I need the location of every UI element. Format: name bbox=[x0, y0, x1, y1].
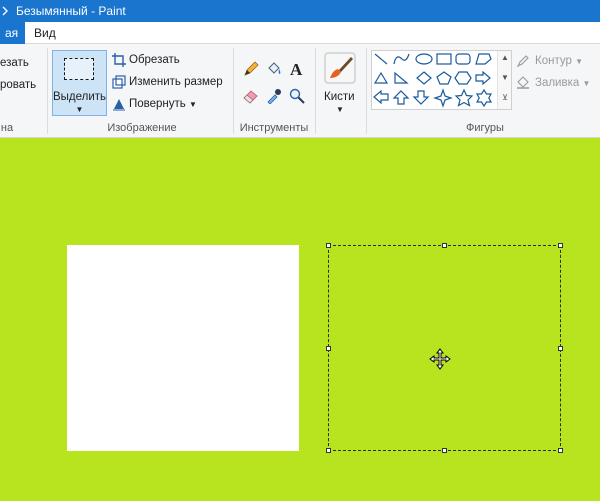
shapes-grid bbox=[373, 53, 493, 108]
up-arrow-shape-icon bbox=[392, 90, 410, 105]
left-arrow-shape-icon bbox=[373, 89, 389, 105]
scroll-down-icon[interactable]: ▼ bbox=[498, 73, 512, 82]
clipboard-group-label: на bbox=[0, 122, 14, 134]
expand-gallery-icon[interactable]: ⊻ bbox=[498, 93, 512, 102]
chevron-down-icon: ▼ bbox=[189, 100, 197, 109]
rounded-rectangle-shape-icon bbox=[455, 53, 471, 65]
diamond-shape-icon bbox=[416, 71, 432, 85]
select-button[interactable]: Выделить ▼ bbox=[52, 50, 107, 116]
shapes-scroll[interactable]: ▲ ▼ ⊻ bbox=[497, 51, 511, 109]
cut-button[interactable]: езать bbox=[0, 57, 29, 69]
fill-icon[interactable] bbox=[266, 61, 282, 77]
fill-button[interactable]: Заливка ▼ bbox=[535, 77, 590, 89]
resize-handle-top[interactable] bbox=[442, 243, 447, 248]
six-point-star-shape-icon bbox=[475, 88, 493, 108]
tools-group-label: Инструменты bbox=[239, 122, 309, 134]
rotate-icon bbox=[113, 99, 125, 111]
fill-bucket-icon bbox=[517, 76, 529, 89]
select-rectangle-icon bbox=[64, 58, 94, 80]
rotate-button[interactable]: Повернуть ▼ bbox=[129, 98, 197, 110]
rectangle-shape-icon bbox=[436, 53, 452, 65]
curve-shape-icon bbox=[393, 53, 410, 65]
shapes-gallery[interactable] bbox=[371, 50, 512, 110]
image-group-label: Изображение bbox=[107, 122, 177, 134]
group-divider bbox=[366, 48, 367, 134]
resize-handle-top-left[interactable] bbox=[326, 243, 331, 248]
resize-handle-bottom-left[interactable] bbox=[326, 448, 331, 453]
resize-handle-right[interactable] bbox=[558, 346, 563, 351]
ribbon-tabs: ая Вид bbox=[0, 22, 600, 44]
resize-handle-left[interactable] bbox=[326, 346, 331, 351]
resize-icon bbox=[112, 75, 126, 89]
outline-button[interactable]: Контур ▼ bbox=[535, 55, 583, 67]
pencil-icon[interactable] bbox=[243, 61, 259, 77]
right-triangle-shape-icon bbox=[394, 71, 409, 84]
outline-label: Контур bbox=[535, 55, 572, 67]
eraser-icon[interactable] bbox=[243, 88, 259, 104]
shapes-group-label: Фигуры bbox=[466, 122, 504, 134]
crop-icon bbox=[112, 53, 126, 67]
down-arrow-shape-icon bbox=[412, 90, 430, 105]
chevron-down-icon: ▼ bbox=[575, 57, 583, 66]
resize-handle-bottom-right[interactable] bbox=[558, 448, 563, 453]
chevron-down-icon: ▼ bbox=[582, 79, 591, 88]
right-arrow-shape-icon bbox=[475, 70, 491, 86]
color-picker-icon[interactable] bbox=[266, 88, 282, 104]
chevron-down-icon: ▼ bbox=[75, 105, 84, 114]
four-point-star-shape-icon bbox=[433, 88, 453, 108]
quick-access-icon[interactable] bbox=[0, 4, 10, 18]
resize-button[interactable]: Изменить размер bbox=[129, 76, 223, 88]
fill-label: Заливка bbox=[535, 77, 580, 89]
title-bar: Безымянный - Paint bbox=[0, 0, 600, 22]
group-divider bbox=[315, 48, 316, 134]
svg-text:A: A bbox=[290, 60, 303, 78]
window-title: Безымянный - Paint bbox=[16, 4, 126, 18]
crop-button[interactable]: Обрезать bbox=[129, 54, 180, 66]
pasted-white-area bbox=[67, 245, 299, 451]
line-shape-icon bbox=[374, 53, 388, 65]
outline-icon bbox=[516, 55, 529, 68]
magnifier-icon[interactable] bbox=[289, 88, 305, 104]
triangle-shape-icon bbox=[373, 71, 389, 84]
hexagon-shape-icon bbox=[454, 71, 472, 85]
copy-button[interactable]: ровать bbox=[0, 79, 36, 91]
select-button-label: Выделить bbox=[53, 91, 107, 103]
resize-handle-top-right[interactable] bbox=[558, 243, 563, 248]
resize-handle-bottom[interactable] bbox=[442, 448, 447, 453]
group-divider bbox=[47, 48, 48, 134]
brushes-label: Кисти bbox=[324, 91, 355, 103]
chevron-down-icon: ▼ bbox=[336, 105, 344, 114]
scroll-up-icon[interactable]: ▲ bbox=[498, 53, 512, 62]
rotate-label: Повернуть bbox=[129, 98, 186, 110]
tab-home[interactable]: ая bbox=[0, 22, 26, 44]
move-cursor-icon bbox=[429, 348, 451, 370]
ribbon: езать ровать на Выделить ▼ Обрезать Изме… bbox=[0, 44, 600, 138]
five-point-star-shape-icon bbox=[454, 88, 474, 107]
polygon-shape-icon bbox=[475, 53, 492, 65]
text-icon[interactable]: A bbox=[289, 60, 305, 78]
pentagon-shape-icon bbox=[436, 71, 452, 85]
brush-icon bbox=[324, 52, 356, 84]
brushes-button[interactable]: Кисти ▼ bbox=[322, 50, 360, 116]
tab-view[interactable]: Вид bbox=[24, 22, 66, 44]
oval-shape-icon bbox=[415, 53, 433, 65]
